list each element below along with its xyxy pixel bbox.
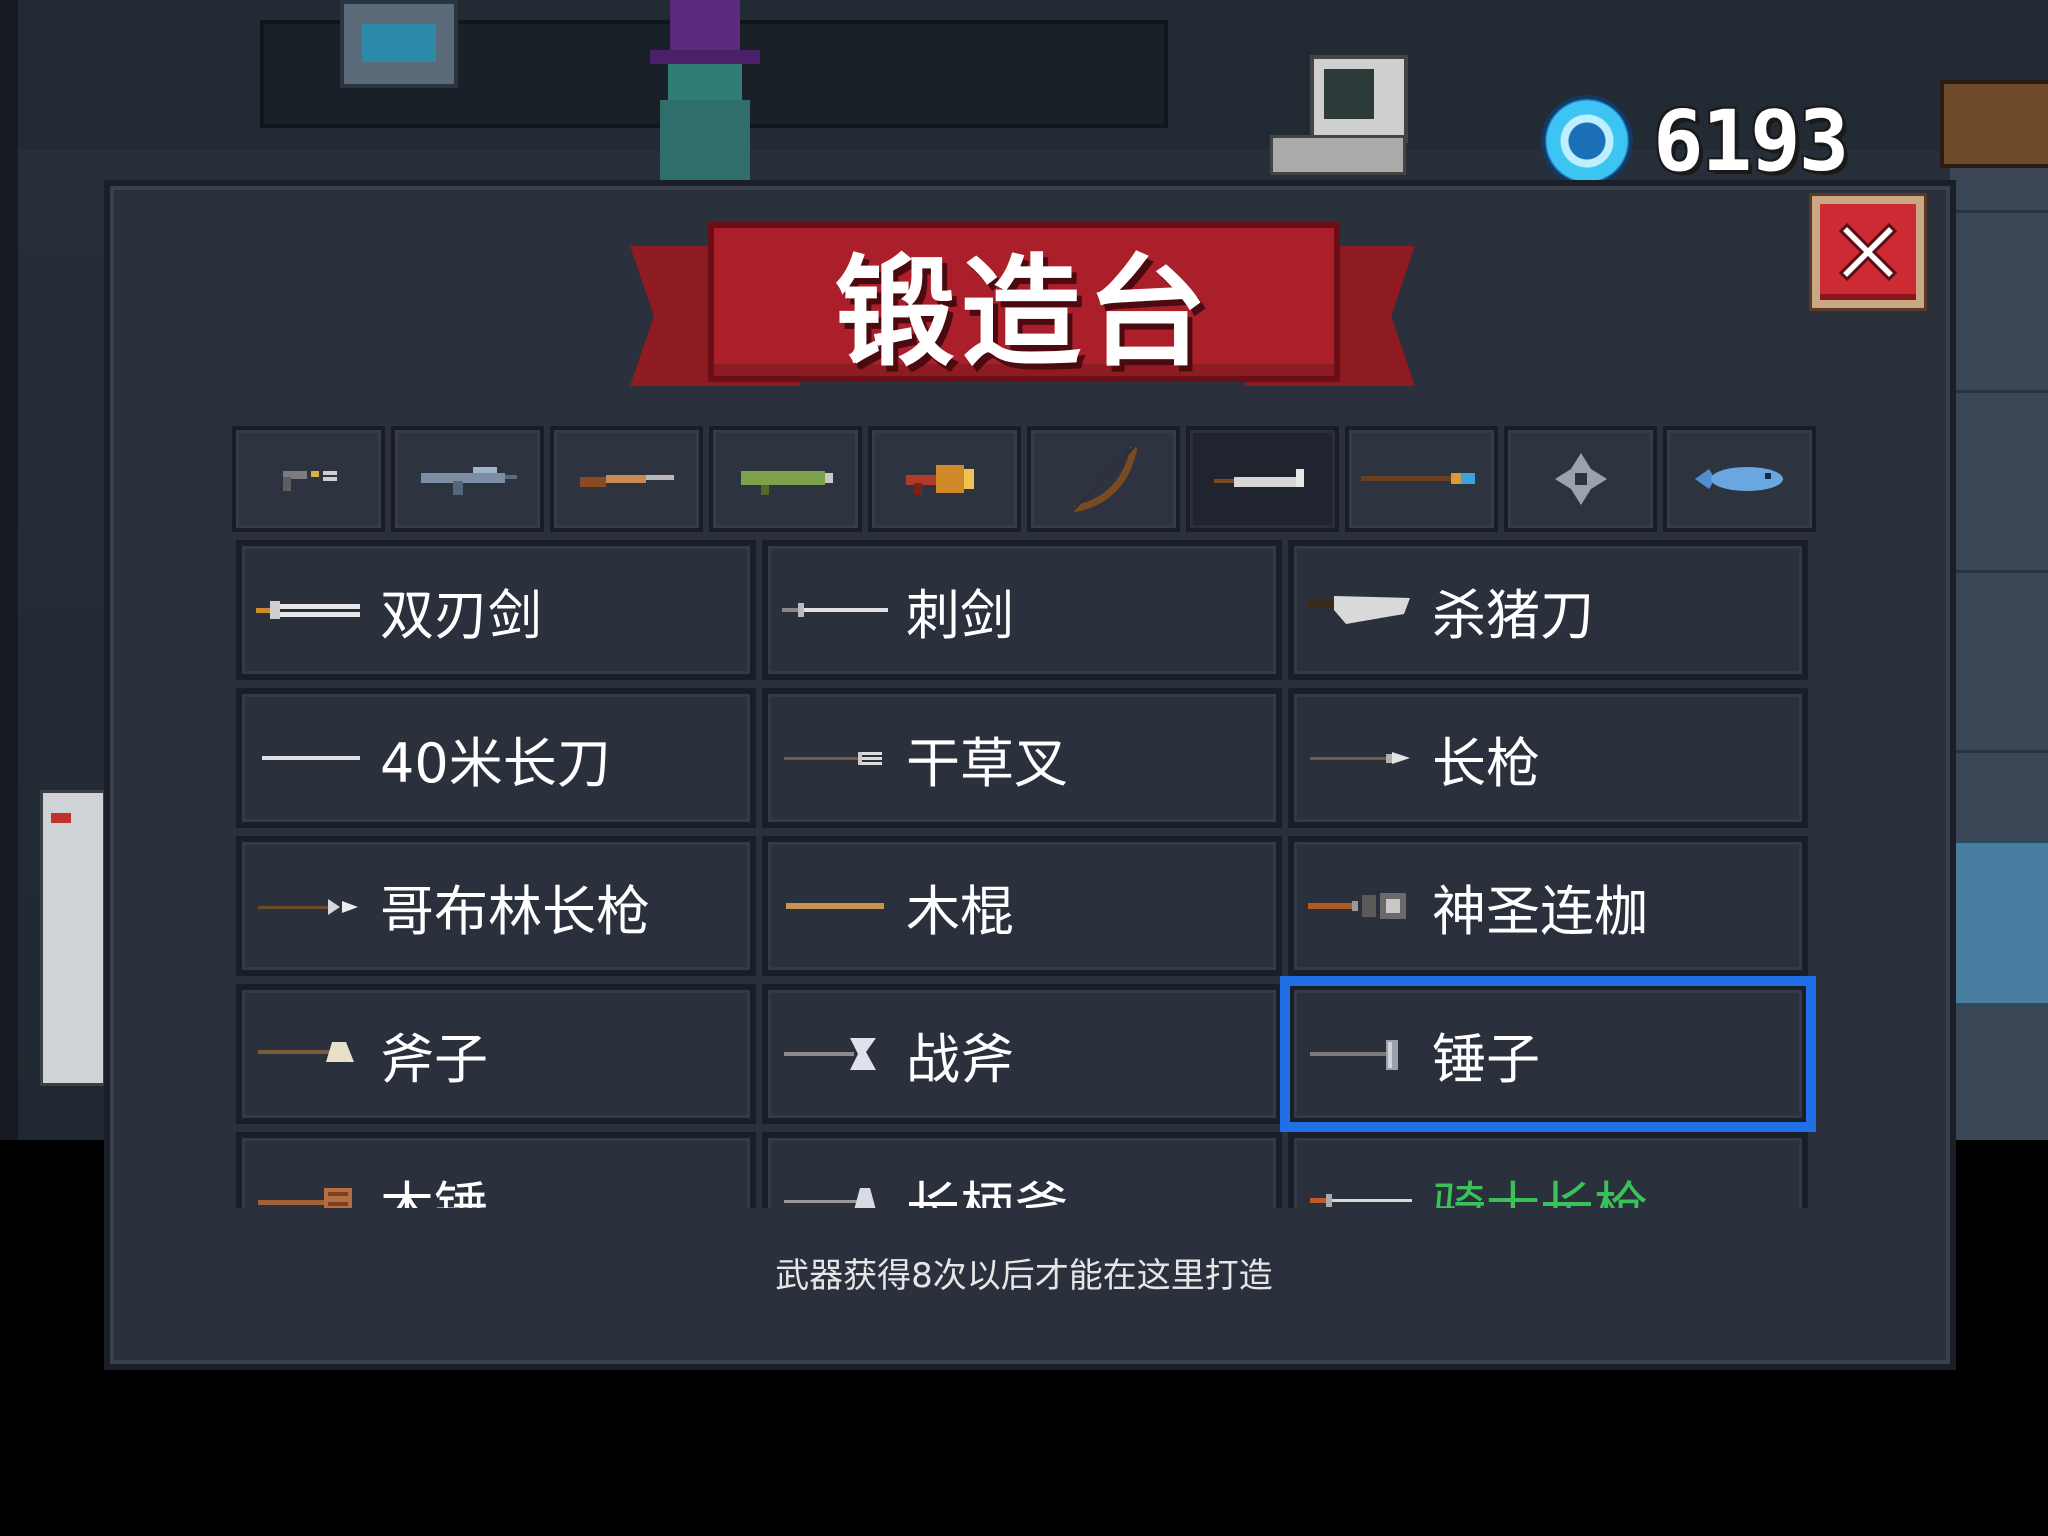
tab-shotgun[interactable]: [550, 426, 703, 532]
weapon-name: 长枪: [1432, 731, 1540, 795]
spear-icon: [1306, 738, 1416, 778]
weapon-cell[interactable]: 长枪: [1288, 688, 1808, 828]
flamethrower-icon: [905, 465, 974, 495]
wizard-npc: [640, 0, 770, 180]
computer-prop: [1270, 55, 1430, 175]
weapon-cell[interactable]: 神圣连枷: [1288, 836, 1808, 976]
weapon-list[interactable]: 双刃剑 刺剑 杀猪刀 40米长刀 干草叉 长枪 哥布林长枪 木棍 神圣连枷 斧子…: [232, 540, 1816, 1208]
weapon-name: 干草叉: [906, 731, 1068, 795]
pitchfork-icon: [780, 738, 890, 778]
weapon-name: 双刃剑: [380, 583, 542, 647]
knight-lance-icon: [1306, 1182, 1416, 1208]
weapon-name: 木锤: [380, 1175, 488, 1209]
tab-rifle[interactable]: [391, 426, 544, 532]
tab-pistol[interactable]: [232, 426, 385, 532]
weapon-cell[interactable]: 斧子: [236, 984, 756, 1124]
staff-icon: [1360, 473, 1475, 484]
close-icon: [1820, 204, 1916, 300]
bow-icon: [1072, 445, 1137, 513]
battle-axe-icon: [780, 1034, 890, 1074]
butcher-knife-icon: [1306, 590, 1416, 630]
axe-icon: [254, 1034, 364, 1074]
pistol-icon: [282, 471, 337, 491]
tab-staff[interactable]: [1345, 426, 1498, 532]
shuriken-icon: [1554, 453, 1607, 505]
tab-launcher[interactable]: [709, 426, 862, 532]
weapon-cell[interactable]: 木锤: [236, 1132, 756, 1208]
weapon-name: 斧子: [380, 1027, 488, 1091]
robot-npc: [40, 790, 106, 1086]
tab-flamethrower[interactable]: [868, 426, 1021, 532]
weapon-name: 杀猪刀: [1432, 583, 1594, 647]
weapon-name: 40米长刀: [380, 731, 611, 795]
dialog-title: 锻造台: [835, 244, 1213, 383]
weapon-name: 长柄斧: [906, 1175, 1068, 1209]
hammer-icon: [1306, 1034, 1416, 1074]
wall-terminal: [340, 0, 458, 88]
rapier-icon: [780, 590, 890, 630]
weapon-name: 骑士长枪: [1432, 1175, 1648, 1209]
launcher-icon: [740, 471, 833, 495]
weapon-name: 木棍: [906, 879, 1014, 943]
tab-fish[interactable]: [1663, 426, 1816, 532]
weapon-cell[interactable]: 杀猪刀: [1288, 540, 1808, 680]
weapon-cell[interactable]: 木棍: [762, 836, 1282, 976]
weapon-cell[interactable]: 40米长刀: [236, 688, 756, 828]
wooden-staff-icon: [780, 886, 890, 926]
fish-icon: [1694, 467, 1783, 491]
title-banner: 锻造台: [708, 222, 1340, 383]
halberd-icon: [780, 1182, 890, 1208]
weapon-name: 哥布林长枪: [380, 879, 650, 943]
melee-blade-icon: [1213, 469, 1304, 487]
wall-screen: [1950, 840, 2048, 1006]
weapon-category-tabs: [232, 426, 1816, 534]
wooden-mallet-icon: [254, 1182, 364, 1208]
goblin-spear-icon: [254, 886, 364, 926]
weapon-cell[interactable]: 哥布林长枪: [236, 836, 756, 976]
weapon-cell[interactable]: 战斧: [762, 984, 1282, 1124]
double-blade-sword-icon: [254, 590, 364, 630]
weapon-cell[interactable]: 长柄斧: [762, 1132, 1282, 1208]
tab-melee[interactable]: [1186, 426, 1339, 532]
weapon-cell[interactable]: 干草叉: [762, 688, 1282, 828]
tab-bow[interactable]: [1027, 426, 1180, 532]
rifle-icon: [420, 467, 517, 495]
weapon-cell[interactable]: 刺剑: [762, 540, 1282, 680]
close-button[interactable]: [1812, 196, 1924, 308]
weapon-cell[interactable]: 双刃剑: [236, 540, 756, 680]
left-wall: [0, 0, 18, 1140]
long-blade-icon: [254, 738, 364, 778]
forge-hint: 武器获得8次以后才能在这里打造: [775, 1256, 1273, 1296]
weapon-name: 刺剑: [906, 583, 1014, 647]
weapon-name: 锤子: [1432, 1027, 1540, 1091]
gem-icon: [1545, 99, 1629, 183]
weapon-name: 战斧: [906, 1027, 1014, 1091]
tab-shuriken[interactable]: [1504, 426, 1657, 532]
weapon-prop: [1940, 80, 2048, 168]
gem-count: 6193: [1653, 92, 1849, 190]
weapon-cell-selected[interactable]: 锤子: [1280, 976, 1816, 1132]
weapon-name: 神圣连枷: [1432, 879, 1648, 943]
weapon-cell[interactable]: 骑士长枪: [1288, 1132, 1808, 1208]
holy-flail-icon: [1306, 886, 1416, 926]
gem-counter: 6193: [1545, 92, 1849, 190]
shotgun-icon: [579, 475, 674, 487]
